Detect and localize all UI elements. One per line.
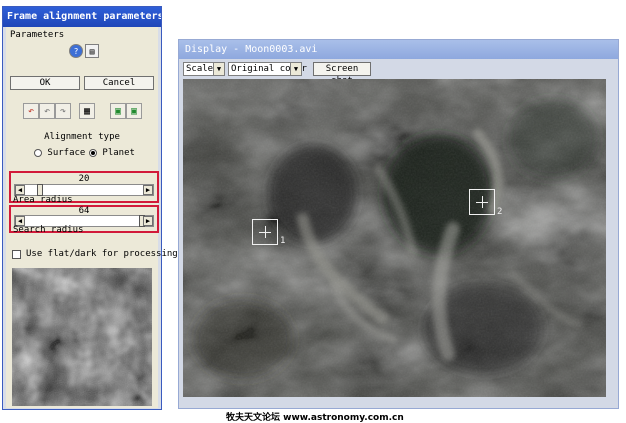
search-radius-label: Search radius [13, 225, 84, 235]
grid-icon[interactable]: ▦ [79, 103, 95, 119]
import-icon[interactable]: ▣ [126, 103, 142, 119]
parameters-panel: Parameters ? ▤ OK Cancel ↶ ↶ ↷ ▦ ▣ ▣ Ali… [6, 27, 178, 408]
planet-label: Planet [102, 148, 135, 158]
window-title: Frame alignment parameters [3, 7, 161, 27]
moon-surface-image [183, 79, 606, 397]
chevron-down-icon[interactable]: ▼ [290, 63, 301, 75]
display-window-title: Display - Moon0003.avi [179, 40, 618, 59]
marker-number-1: 1 [280, 236, 286, 246]
surface-radio[interactable]: Surface [34, 148, 85, 158]
screen-shot-button[interactable]: Screen shot [313, 62, 371, 86]
help-icon[interactable]: ? [69, 44, 83, 58]
ok-button[interactable]: OK [10, 76, 80, 90]
area-radius-label: Area radius [13, 195, 73, 205]
area-radius-value: 20 [78, 174, 90, 184]
color-select[interactable]: Original color ▼ [228, 62, 307, 76]
radio-indicator [89, 148, 97, 157]
moon-image-view[interactable]: 1 2 [183, 79, 606, 397]
section-label: Parameters [10, 30, 65, 40]
scale-select[interactable]: Scaled ▼ [183, 62, 225, 76]
marker-number-2: 2 [497, 207, 503, 217]
radio-indicator [34, 148, 42, 157]
undo-all-icon[interactable]: ↶ [39, 103, 55, 119]
alignment-preview [12, 268, 152, 406]
planet-radio[interactable]: Planet [89, 148, 135, 158]
surface-label: Surface [47, 148, 86, 158]
cancel-button[interactable]: Cancel [84, 76, 154, 90]
slider-left-arrow[interactable]: ◀ [15, 185, 25, 195]
frame-alignment-window: Frame alignment parameters Parameters ? … [2, 6, 178, 410]
alignment-marker-1[interactable] [252, 219, 278, 245]
export-icon[interactable]: ▣ [110, 103, 126, 119]
display-window: Display - Moon0003.avi Scaled ▼ Original… [178, 39, 619, 409]
alignment-marker-2[interactable] [469, 189, 495, 215]
search-radius-group: 64 ◀ ▶ Search radius [9, 205, 159, 235]
undo-icon[interactable]: ↶ [23, 103, 39, 119]
use-flat-dark-checkbox[interactable]: Use flat/dark for processing [12, 249, 178, 259]
alignment-type-label: Alignment type [44, 132, 120, 142]
redo-icon[interactable]: ↷ [55, 103, 71, 119]
settings-icon[interactable]: ▤ [85, 44, 99, 58]
area-radius-group: 20 ◀ ▶ Area radius [9, 171, 159, 205]
chevron-down-icon[interactable]: ▼ [213, 63, 224, 75]
slider-right-arrow[interactable]: ▶ [143, 185, 153, 195]
use-flat-dark-label: Use flat/dark for processing [26, 249, 178, 259]
watermark-text: 牧夫天文论坛 www.astronomy.com.cn [226, 413, 404, 423]
preview-noise-image [12, 268, 152, 406]
checkbox-box [12, 249, 21, 259]
slider-right-arrow[interactable]: ▶ [143, 216, 153, 226]
